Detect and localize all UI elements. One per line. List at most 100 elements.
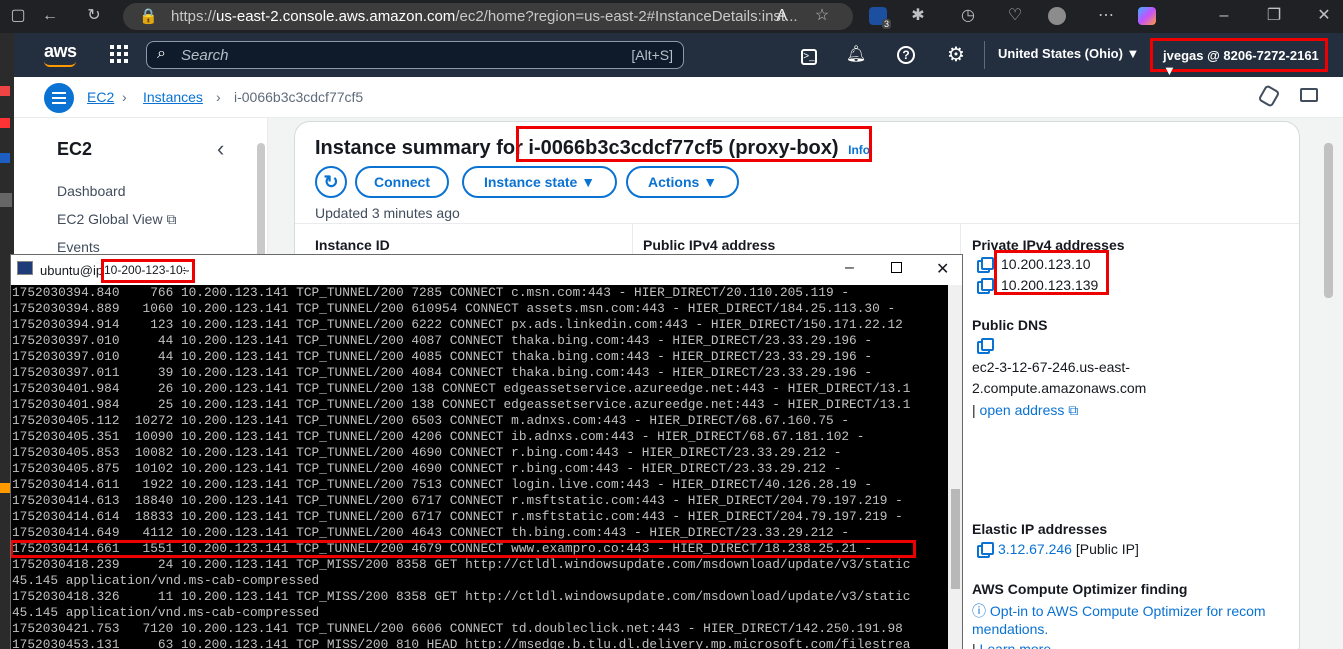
info-circle-icon: ⓘ: [972, 603, 986, 619]
cloudshell-icon[interactable]: >_: [797, 43, 821, 67]
log-line: 1752030418.326 11 10.200.123.141 TCP_MIS…: [12, 589, 911, 604]
log-line: 1752030421.753 7120 10.200.123.141 TCP_T…: [12, 621, 903, 636]
log-line: 1752030401.984 26 10.200.123.141 TCP_TUN…: [12, 381, 911, 396]
search-input[interactable]: ⌕ Search [Alt+S]: [146, 41, 684, 69]
side-nav-events[interactable]: Events: [57, 239, 100, 255]
minimize-window-icon[interactable]: –: [1212, 5, 1236, 27]
close-window-icon[interactable]: ✕: [1312, 5, 1336, 27]
terminal-scrollbar[interactable]: [948, 285, 962, 649]
settings-gear-icon[interactable]: ⚙: [944, 43, 968, 67]
side-nav-global-view-label: EC2 Global View: [57, 211, 163, 227]
history-icon[interactable]: ◷: [956, 5, 980, 27]
help-icon[interactable]: ?: [894, 43, 918, 67]
actions-button[interactable]: Actions ▼: [626, 166, 739, 198]
log-line: 1752030401.984 25 10.200.123.141 TCP_TUN…: [12, 397, 911, 412]
browser-toolbar: ▢ ← ↻ 🔒 https://us-east-2.console.aws.am…: [0, 0, 1343, 33]
profile-avatar[interactable]: [1048, 7, 1066, 25]
copy-icon[interactable]: [977, 278, 994, 294]
lock-icon: 🔒: [139, 8, 158, 25]
tab-favicon-icon[interactable]: [0, 86, 10, 96]
optimizer-link[interactable]: ⓘ Opt-in to AWS Compute Optimizer for re…: [972, 601, 1266, 621]
collapse-chevron-icon[interactable]: ‹: [217, 136, 224, 162]
log-line: 1752030397.010 44 10.200.123.141 TCP_TUN…: [12, 349, 873, 364]
breadcrumb-instances[interactable]: Instances: [143, 89, 203, 105]
copilot-icon[interactable]: [1138, 7, 1156, 25]
log-line: 1752030405.112 10272 10.200.123.141 TCP_…: [12, 413, 850, 428]
terminal-title-prefix: ubuntu@ip: [40, 263, 104, 278]
tab-favicon-icon[interactable]: [0, 153, 10, 163]
annotation-box: [101, 259, 195, 283]
divider: [295, 223, 1299, 224]
region-selector[interactable]: United States (Ohio) ▼: [998, 46, 1139, 61]
breadcrumb-bar: EC2 › Instances › i-0066b3c3cdcf77cf5: [14, 77, 1343, 118]
learn-more-link[interactable]: | Learn more: [972, 641, 1051, 649]
copy-icon[interactable]: [977, 542, 994, 558]
services-menu-icon[interactable]: [110, 45, 128, 63]
terminal-output[interactable]: 1752030394.840 766 10.200.123.141 TCP_TU…: [11, 285, 948, 649]
refresh-icon[interactable]: ↻: [82, 5, 106, 27]
browser-essentials-icon[interactable]: ♡: [1003, 5, 1027, 27]
address-bar[interactable]: 🔒 https://us-east-2.console.aws.amazon.c…: [123, 3, 853, 30]
extension-shield-icon[interactable]: 3: [869, 7, 891, 29]
tab-favicon-icon[interactable]: [0, 118, 10, 128]
log-line: 45.145 application/vnd.ms-cab-compressed: [12, 605, 320, 620]
title-prefix: Instance summary for: [315, 137, 529, 159]
instance-state-label: Instance state: [483, 174, 578, 190]
caret-down-icon: ▼: [581, 174, 596, 190]
tab-actions-icon[interactable]: ▢: [6, 5, 30, 27]
read-aloud-icon[interactable]: A: [770, 5, 794, 27]
public-dns-line-1: ec2-3-12-67-246.us-east-: [972, 359, 1130, 375]
minimize-icon[interactable]: –: [845, 259, 854, 277]
instance-id-label: Instance ID: [315, 237, 390, 253]
terminal-title-bar[interactable]: ubuntu@ip 10-200-123-10: ~ – ✕: [11, 255, 962, 285]
terminal-window: ubuntu@ip 10-200-123-10: ~ – ✕ 175203039…: [10, 254, 963, 649]
tools-panel-icon[interactable]: [1300, 88, 1318, 102]
log-line: 1752030394.914 123 10.200.123.141 TCP_TU…: [12, 317, 903, 332]
log-line: 1752030405.853 10082 10.200.123.141 TCP_…: [12, 445, 842, 460]
public-dns-label: Public DNS: [972, 317, 1048, 333]
favorite-star-icon[interactable]: ☆: [810, 5, 834, 27]
putty-icon: [17, 261, 33, 275]
extensions-puzzle-icon[interactable]: ✱: [906, 5, 930, 27]
instance-state-button[interactable]: Instance state ▼: [462, 166, 617, 198]
external-link-icon: ⧉: [166, 211, 177, 227]
tab-favicon-icon[interactable]: [0, 483, 10, 493]
restore-window-icon[interactable]: ❐: [1262, 5, 1286, 27]
page-scrollbar[interactable]: [1324, 143, 1333, 298]
optimizer-link-cont[interactable]: mendations.: [972, 621, 1048, 637]
back-icon[interactable]: ←: [38, 5, 62, 27]
breadcrumb-current: i-0066b3c3cdcf77cf5: [234, 89, 364, 105]
notifications-bell-icon[interactable]: 🔔︎: [844, 43, 868, 67]
elastic-ip-note: [Public IP]: [1075, 541, 1139, 557]
aws-logo[interactable]: aws: [44, 41, 77, 62]
connect-button[interactable]: Connect: [355, 166, 449, 198]
elastic-ip-link[interactable]: 3.12.67.246: [998, 541, 1072, 557]
copy-icon[interactable]: [977, 338, 994, 354]
terminal-scroll-thumb[interactable]: [951, 489, 960, 589]
open-address-link[interactable]: | open address ⧉: [972, 402, 1078, 419]
search-placeholder: Search: [181, 47, 229, 64]
learn-more-text[interactable]: Learn more: [980, 641, 1052, 649]
refresh-button[interactable]: ↻: [315, 166, 347, 198]
side-nav-scrollbar[interactable]: [257, 143, 265, 263]
side-menu-button[interactable]: [44, 83, 74, 113]
log-line: 1752030414.613 18840 10.200.123.141 TCP_…: [12, 493, 903, 508]
account-menu[interactable]: jvegas @ 8206-7272-2161 ▼: [1150, 38, 1328, 78]
log-line: 1752030394.889 1060 10.200.123.141 TCP_T…: [12, 301, 896, 316]
copy-icon[interactable]: [977, 257, 994, 273]
maximize-icon[interactable]: [891, 262, 902, 273]
optimizer-label: AWS Compute Optimizer finding: [972, 581, 1188, 597]
breadcrumb-ec2[interactable]: EC2: [87, 89, 114, 105]
chevron-right-icon: ›: [216, 89, 221, 105]
side-nav-dashboard[interactable]: Dashboard: [57, 183, 126, 199]
log-line: 1752030405.351 10090 10.200.123.141 TCP_…: [12, 429, 865, 444]
url-path: /ec2/home?region=us-east-2#InstanceDetai…: [455, 8, 798, 25]
open-address-text[interactable]: open address: [980, 402, 1065, 418]
notifications-hex-icon[interactable]: [1257, 84, 1281, 108]
side-nav-global-view[interactable]: EC2 Global View ⧉: [57, 211, 176, 228]
url-prefix: https://: [171, 8, 217, 25]
close-icon[interactable]: ✕: [936, 259, 949, 279]
more-options-icon[interactable]: ⋯: [1094, 5, 1118, 27]
log-line-highlighted: 1752030414.661 1551 10.200.123.141 TCP_T…: [11, 540, 916, 558]
tab-favicon-icon[interactable]: [0, 193, 12, 207]
